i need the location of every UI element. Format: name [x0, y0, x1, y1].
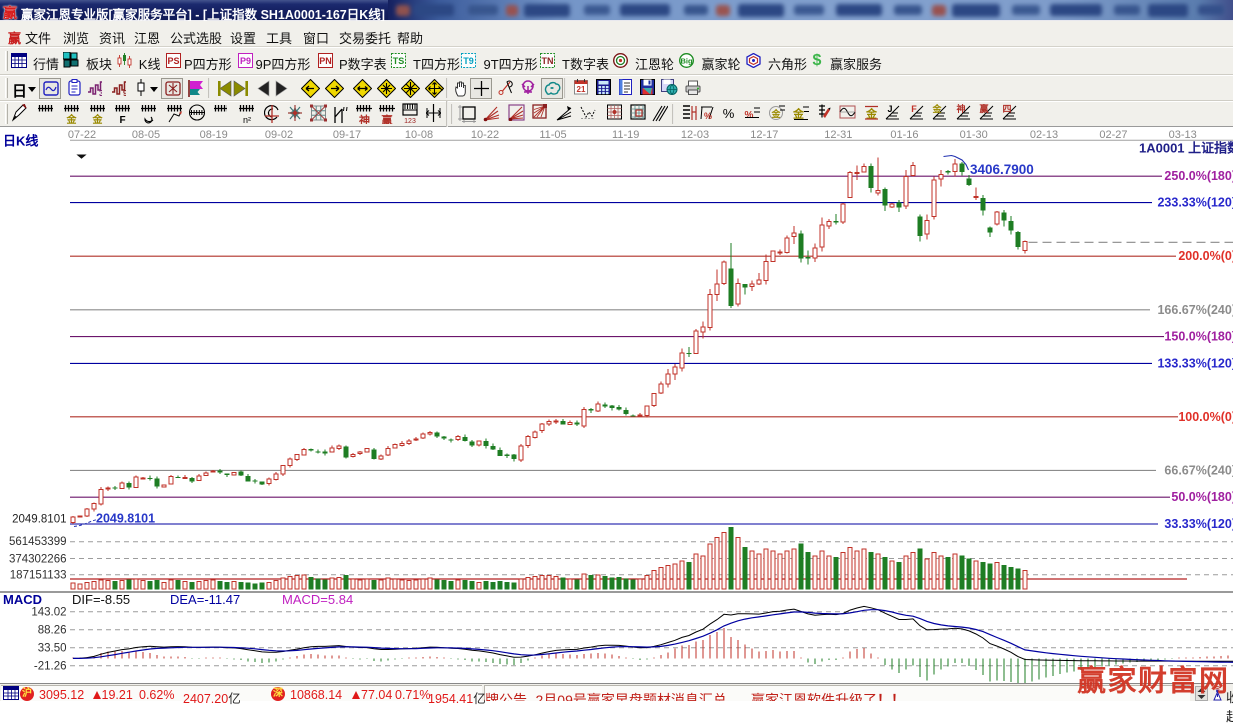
svg-text:66.67%(240): 66.67%(240)	[1164, 463, 1233, 477]
svg-text:374302266: 374302266	[9, 553, 67, 565]
svg-text:01-16: 01-16	[890, 129, 918, 141]
svg-text:150.0%(180): 150.0%(180)	[1164, 330, 1233, 344]
svg-text:01-30: 01-30	[960, 129, 988, 141]
svg-text:03-13: 03-13	[1169, 129, 1197, 141]
svg-text:233.33%(120): 233.33%(120)	[1157, 196, 1233, 210]
svg-text:12-17: 12-17	[750, 129, 778, 141]
svg-text:88.26: 88.26	[38, 625, 67, 637]
svg-text:143.02: 143.02	[31, 607, 66, 619]
svg-text:2049.8101: 2049.8101	[96, 512, 155, 526]
svg-text:33.33%(120): 33.33%(120)	[1164, 517, 1233, 531]
svg-text:1A0001 上证指数: 1A0001 上证指数	[1139, 141, 1233, 156]
svg-text:10-22: 10-22	[471, 129, 499, 141]
svg-text:02-13: 02-13	[1030, 129, 1058, 141]
svg-text:100.0%(0): 100.0%(0)	[1178, 410, 1233, 424]
svg-text:200.0%(0): 200.0%(0)	[1178, 249, 1233, 263]
svg-text:561453399: 561453399	[9, 536, 67, 548]
svg-text:MACD=5.84: MACD=5.84	[282, 592, 353, 607]
svg-text:08-05: 08-05	[132, 129, 160, 141]
svg-text:11-19: 11-19	[612, 129, 639, 141]
svg-text:2049.8101: 2049.8101	[12, 514, 66, 526]
svg-text:DIF=-8.55: DIF=-8.55	[72, 592, 130, 607]
svg-text:08-19: 08-19	[200, 129, 228, 141]
svg-text:09-17: 09-17	[333, 129, 361, 141]
svg-text:166.67%(240): 166.67%(240)	[1157, 303, 1233, 317]
svg-text:3406.7900: 3406.7900	[970, 162, 1034, 177]
svg-text:-21.26: -21.26	[34, 661, 67, 673]
svg-text:10-08: 10-08	[405, 129, 433, 141]
svg-text:09-02: 09-02	[265, 129, 293, 141]
svg-text:DEA=-11.47: DEA=-11.47	[170, 592, 240, 607]
svg-text:07-22: 07-22	[68, 129, 96, 141]
svg-text:250.0%(180): 250.0%(180)	[1164, 169, 1233, 183]
svg-text:12-03: 12-03	[681, 129, 709, 141]
svg-text:赢家财富网: 赢家财富网	[1077, 664, 1230, 698]
svg-text:11-05: 11-05	[539, 129, 566, 141]
svg-text:12-31: 12-31	[824, 129, 852, 141]
svg-text:日K线: 日K线	[3, 134, 38, 149]
svg-text:MACD: MACD	[3, 592, 42, 607]
svg-text:50.0%(180): 50.0%(180)	[1171, 490, 1233, 504]
svg-text:187151133: 187151133	[10, 569, 67, 581]
svg-text:133.33%(120): 133.33%(120)	[1157, 356, 1233, 370]
svg-text:02-27: 02-27	[1099, 129, 1127, 141]
svg-text:33.50: 33.50	[38, 643, 67, 655]
